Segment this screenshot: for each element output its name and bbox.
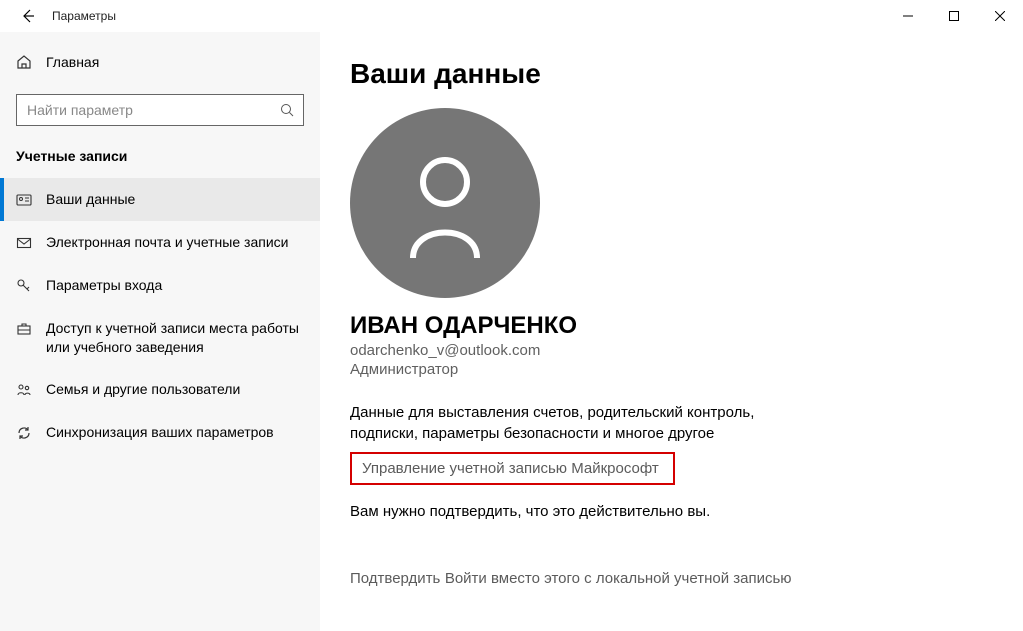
close-button[interactable] [977,1,1023,31]
sidebar-item-signin-options[interactable]: Параметры входа [0,264,320,307]
sidebar-home[interactable]: Главная [0,42,320,82]
home-icon [16,54,32,70]
search-box [16,94,304,126]
user-role: Администратор [350,361,993,378]
avatar [350,108,540,298]
sidebar-item-label: Электронная почта и учетные записи [46,233,288,252]
back-button[interactable] [8,1,48,31]
key-icon [16,278,32,294]
sidebar-section-title: Учетные записи [0,142,320,178]
people-icon [16,382,32,398]
user-name: ИВАН ОДАРЧЕНКО [350,312,993,340]
content-area: Главная Учетные записи Ваши данные Элект… [0,32,1023,631]
minimize-icon [903,11,913,21]
manage-microsoft-account-link[interactable]: Управление учетной записью Майкрософт [350,452,675,485]
sidebar-item-your-info[interactable]: Ваши данные [0,178,320,221]
titlebar: Параметры [0,0,1023,32]
id-card-icon [16,192,32,208]
sync-icon [16,425,32,441]
maximize-button[interactable] [931,1,977,31]
search-input[interactable] [16,94,304,126]
sidebar-item-label: Параметры входа [46,276,162,295]
window-controls [885,1,1023,31]
minimize-button[interactable] [885,1,931,31]
maximize-icon [949,11,959,21]
verify-prompt: Вам нужно подтвердить, что это действите… [350,503,993,520]
user-email: odarchenko_v@outlook.com [350,342,993,359]
sidebar-item-email[interactable]: Электронная почта и учетные записи [0,221,320,264]
page-title: Ваши данные [350,58,993,90]
sidebar-item-work-access[interactable]: Доступ к учетной записи места работы или… [0,307,320,369]
sidebar-item-sync[interactable]: Синхронизация ваших параметров [0,411,320,454]
sidebar: Главная Учетные записи Ваши данные Элект… [0,32,320,631]
person-icon [395,148,495,258]
sidebar-item-label: Доступ к учетной записи места работы или… [46,319,304,357]
briefcase-icon [16,321,32,337]
sidebar-item-label: Синхронизация ваших параметров [46,423,274,442]
account-description: Данные для выставления счетов, родительс… [350,402,810,444]
sidebar-item-family[interactable]: Семья и другие пользователи [0,368,320,411]
main-panel: Ваши данные ИВАН ОДАРЧЕНКО odarchenko_v@… [320,32,1023,631]
sidebar-item-label: Ваши данные [46,190,135,209]
window-title: Параметры [52,9,116,23]
local-account-link[interactable]: Войти вместо этого с локальной учетной з… [445,570,792,587]
arrow-left-icon [20,8,36,24]
close-icon [995,11,1005,21]
sidebar-home-label: Главная [46,54,99,70]
sidebar-item-label: Семья и другие пользователи [46,380,240,399]
verify-link[interactable]: Подтвердить [350,570,440,587]
mail-icon [16,235,32,251]
